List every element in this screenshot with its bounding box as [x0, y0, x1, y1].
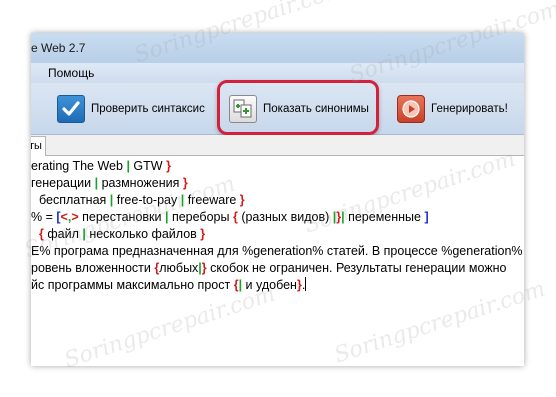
check-syntax-label: Проверить синтаксис: [91, 103, 205, 115]
editor-line: erating The Web | GTW }: [31, 159, 171, 173]
generate-button[interactable]: Генерировать!: [397, 93, 508, 125]
editor-line: генерации | размножения }: [31, 176, 188, 190]
checkmark-icon: [57, 95, 85, 123]
synonyms-highlight-frame: [217, 80, 379, 135]
app-window: e Web 2.7 Помощь Проверить синтаксис Пок…: [31, 33, 524, 366]
editor-line: бесплатная | free-to-pay | freeware }: [39, 193, 245, 207]
editor-line: E% програма предназначенная для %generat…: [31, 244, 523, 258]
text-editor[interactable]: erating The Web | GTW } генерации | разм…: [31, 156, 524, 366]
window-title: e Web 2.7: [31, 41, 86, 55]
editor-line: йс программы максимально прост {| и удоб…: [31, 277, 307, 292]
text-cursor: [305, 277, 307, 291]
editor-line: ровень вложенности {любых|} скобок не ог…: [31, 261, 507, 275]
title-bar: e Web 2.7: [31, 33, 524, 63]
editor-line: % = [<,> перестановки | переборы { (разн…: [31, 210, 429, 224]
check-syntax-button[interactable]: Проверить синтаксис: [57, 93, 205, 125]
editor-line: { файл | несколько файлов }: [39, 227, 206, 241]
menu-help[interactable]: Помощь: [48, 66, 94, 80]
play-icon: [397, 95, 425, 123]
generate-label: Генерировать!: [431, 103, 508, 115]
tab-strip: ты: [31, 135, 524, 156]
tab-active[interactable]: ты: [31, 136, 46, 156]
